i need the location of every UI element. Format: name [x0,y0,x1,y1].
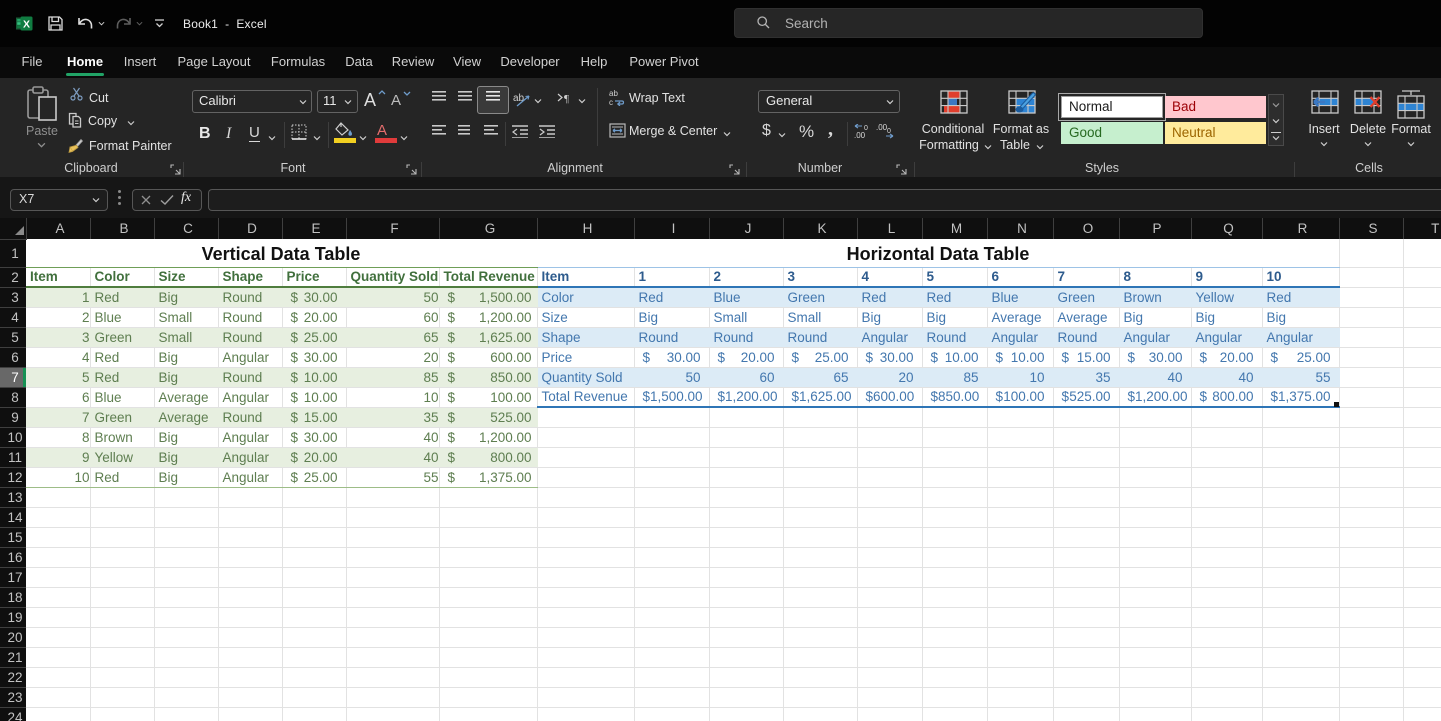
svg-text:ab: ab [513,93,525,104]
svg-text:0: 0 [887,128,891,135]
svg-text:ab: ab [609,89,618,98]
svg-text:c: c [609,98,613,106]
svg-text:.00: .00 [854,131,866,140]
svg-text:.00: .00 [876,124,888,132]
svg-text:¶: ¶ [564,93,569,104]
svg-text:X: X [23,18,30,30]
